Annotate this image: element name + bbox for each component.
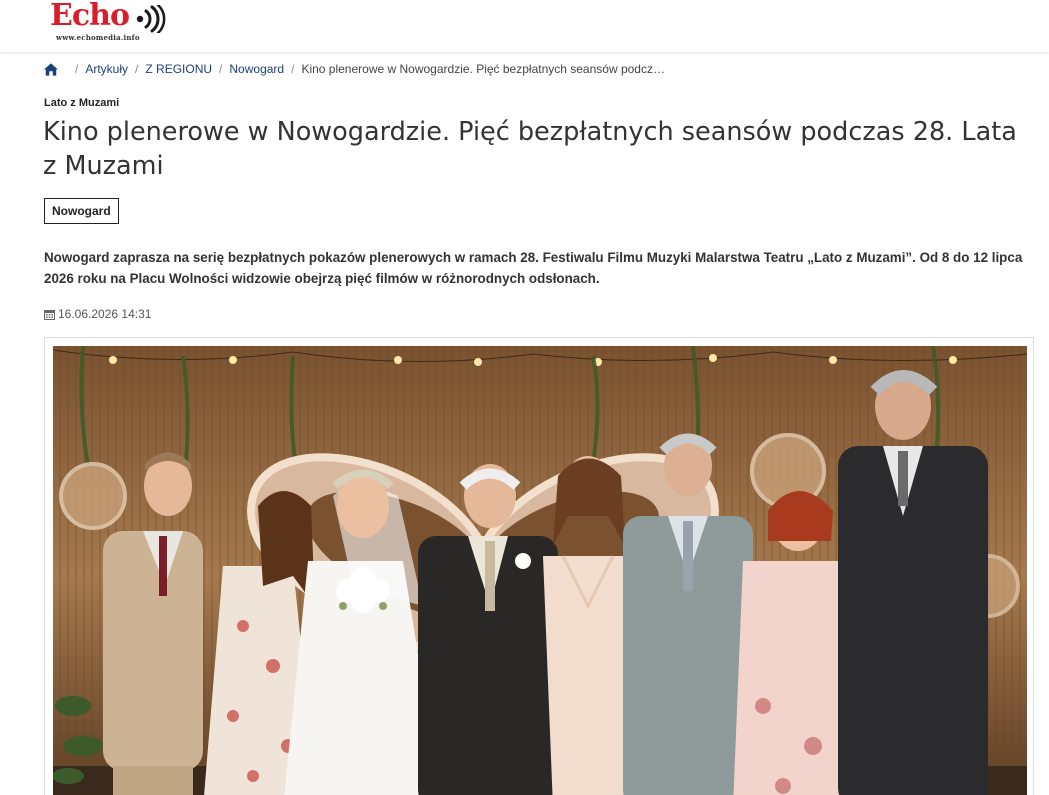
- article-image-frame: [44, 337, 1034, 795]
- article-category[interactable]: Lato z Muzami: [44, 97, 119, 109]
- article-photo[interactable]: [53, 346, 1027, 795]
- calendar-icon: [44, 309, 55, 320]
- sound-waves-icon: [136, 5, 166, 33]
- breadcrumb-link-nowogard[interactable]: Nowogard: [229, 62, 284, 76]
- breadcrumb-separator: /: [135, 62, 139, 76]
- breadcrumb-link-artykuly[interactable]: Artykuły: [85, 62, 128, 76]
- article-lead: Nowogard zaprasza na serię bezpłatnych p…: [44, 250, 1023, 286]
- breadcrumb-separator: /: [75, 62, 79, 76]
- breadcrumb-link-z-regionu[interactable]: Z REGIONU: [145, 62, 212, 76]
- site-header: Echo www.echomedia.info: [0, 0, 1049, 52]
- article-date-value: 16.06.2026 14:31: [58, 307, 152, 321]
- article-title: Kino plenerowe w Nowogardzie. Pięć bezpł…: [43, 117, 1017, 181]
- breadcrumb-separator: /: [291, 62, 295, 76]
- home-icon[interactable]: [44, 62, 58, 76]
- breadcrumb-separator: /: [219, 62, 223, 76]
- article-date: 16.06.2026 14:31: [44, 306, 151, 322]
- site-logo[interactable]: Echo www.echomedia.info: [50, 0, 170, 46]
- logo-text: Echo: [50, 0, 130, 33]
- article-tag[interactable]: Nowogard: [44, 198, 119, 224]
- logo-url: www.echomedia.info: [56, 33, 140, 42]
- breadcrumb: / Artykuły / Z REGIONU / Nowogard / Kino…: [44, 61, 665, 77]
- breadcrumb-current: Kino plenerowe w Nowogardzie. Pięć bezpł…: [301, 62, 665, 76]
